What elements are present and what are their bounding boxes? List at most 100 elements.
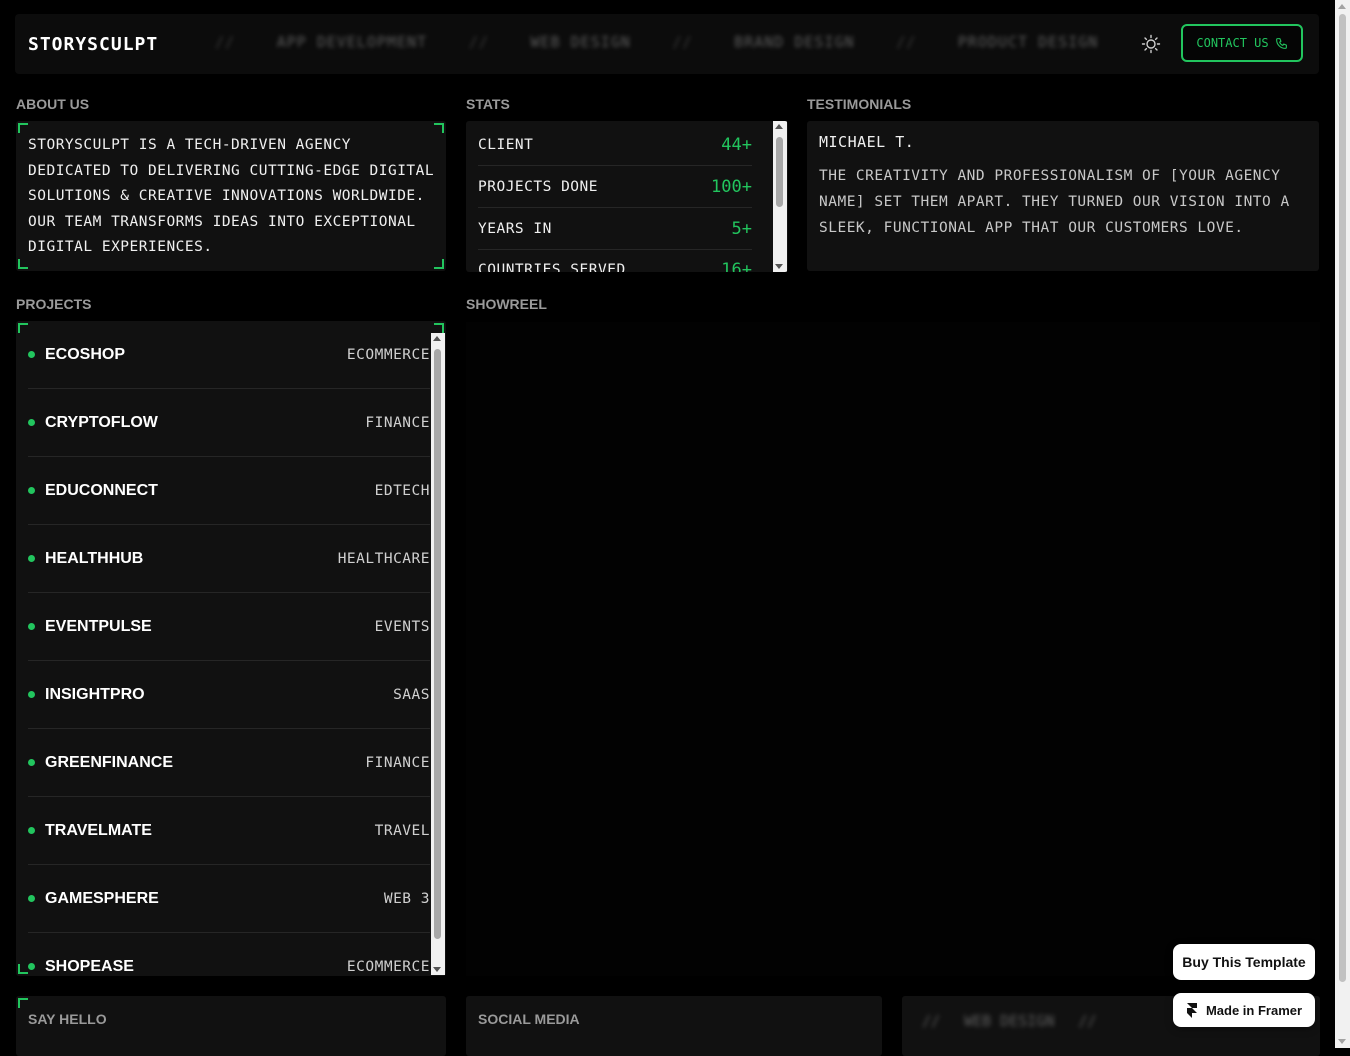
scroll-up-arrow[interactable] xyxy=(775,124,783,129)
about-text: STORYSCULPT IS A TECH-DRIVEN AGENCY DEDI… xyxy=(28,137,435,255)
project-name: GREENFINANCE xyxy=(45,753,174,771)
stats-label: STATS xyxy=(466,96,510,112)
say-hello-card[interactable]: SAY HELLO xyxy=(16,996,446,1056)
project-item[interactable]: TRAVELMATE TRAVEL xyxy=(28,797,430,865)
marquee-item: APP DEVELOPMENT xyxy=(276,33,428,51)
made-in-framer-badge[interactable]: Made in Framer xyxy=(1173,993,1315,1027)
logo[interactable]: STORYSCULPT xyxy=(28,34,158,55)
status-dot xyxy=(28,827,35,834)
testimonial-quote: THE CREATIVITY AND PROFESSIONALISM OF [Y… xyxy=(819,168,1290,236)
stat-label: CLIENT xyxy=(478,136,534,153)
corner-accent xyxy=(434,123,444,133)
project-name: CRYPTOFLOW xyxy=(45,413,158,431)
stat-value: 44+ xyxy=(721,134,752,155)
projects-scrollbar[interactable] xyxy=(431,333,445,975)
status-dot xyxy=(28,691,35,698)
testimonial-author: MICHAEL T. xyxy=(819,133,915,151)
header: STORYSCULPT // APP DEVELOPMENT // WEB DE… xyxy=(15,14,1319,74)
corner-accent xyxy=(434,323,444,333)
project-item[interactable]: EDUCONNECT EDTECH xyxy=(28,457,430,525)
marquee-item: BRAND DESIGN xyxy=(734,33,855,51)
status-dot xyxy=(28,963,35,970)
say-hello-label: SAY HELLO xyxy=(28,1011,107,1027)
project-name: HEALTHHUB xyxy=(45,549,144,567)
status-dot xyxy=(28,895,35,902)
scroll-thumb[interactable] xyxy=(776,137,783,207)
made-in-framer-label: Made in Framer xyxy=(1205,1002,1303,1018)
project-name: EDUCONNECT xyxy=(45,481,158,499)
project-name: ECOSHOP xyxy=(45,345,126,363)
project-item[interactable]: SHOPEASE ECOMMERCE xyxy=(28,933,430,976)
project-category: SAAS xyxy=(393,686,430,703)
stats-card: CLIENT 44+ PROJECTS DONE 100+ YEARS IN 5… xyxy=(466,121,788,272)
page-scrollbar[interactable] xyxy=(1335,0,1350,1048)
corner-accent xyxy=(18,323,28,333)
scroll-thumb[interactable] xyxy=(434,349,441,939)
social-media-card[interactable]: SOCIAL MEDIA xyxy=(466,996,882,1056)
buy-template-button[interactable]: Buy This Template xyxy=(1173,944,1315,980)
about-card: STORYSCULPT IS A TECH-DRIVEN AGENCY DEDI… xyxy=(16,121,446,271)
project-item[interactable]: HEALTHHUB HEALTHCARE xyxy=(28,525,430,593)
scroll-down-arrow[interactable] xyxy=(1338,1039,1346,1044)
stats-scrollbar[interactable] xyxy=(773,121,787,272)
stat-row: CLIENT 44+ xyxy=(478,124,752,166)
status-dot xyxy=(28,351,35,358)
corner-accent xyxy=(18,964,28,974)
status-dot xyxy=(28,623,35,630)
showreel-video[interactable] xyxy=(466,322,1320,976)
corner-accent xyxy=(18,998,28,1008)
status-dot xyxy=(28,759,35,766)
contact-label: CONTACT US xyxy=(1196,36,1269,50)
project-name: SHOPEASE xyxy=(45,957,134,975)
project-category: EDTECH xyxy=(374,482,430,499)
marquee-item: WEB DESIGN xyxy=(530,33,631,51)
social-media-label: SOCIAL MEDIA xyxy=(478,1011,580,1027)
scroll-up-arrow[interactable] xyxy=(1338,4,1346,9)
scroll-thumb[interactable] xyxy=(1339,14,1346,982)
project-category: ECOMMERCE xyxy=(346,958,430,975)
buy-template-label: Buy This Template xyxy=(1182,954,1306,970)
project-item[interactable]: GAMESPHERE WEB 3 xyxy=(28,865,430,933)
project-item[interactable]: ECOSHOP ECOMMERCE xyxy=(28,321,430,389)
stat-value: 16+ xyxy=(721,259,752,273)
sun-icon[interactable] xyxy=(1141,34,1161,54)
stat-row: COUNTRIES SERVED 16+ xyxy=(478,249,752,273)
project-item[interactable]: GREENFINANCE FINANCE xyxy=(28,729,430,797)
project-category: TRAVEL xyxy=(374,822,430,839)
stat-value: 5+ xyxy=(731,218,752,239)
project-item[interactable]: INSIGHTPRO SAAS xyxy=(28,661,430,729)
project-category: HEALTHCARE xyxy=(337,550,430,567)
stat-row: YEARS IN 5+ xyxy=(478,208,752,250)
testimonial-card: MICHAEL T. THE CREATIVITY AND PROFESSION… xyxy=(807,121,1319,271)
phone-icon xyxy=(1275,37,1287,49)
project-name: GAMESPHERE xyxy=(45,889,159,907)
project-category: EVENTS xyxy=(374,618,430,635)
services-marquee: // APP DEVELOPMENT // WEB DESIGN // BRAN… xyxy=(215,33,1099,51)
stat-label: YEARS IN xyxy=(478,220,552,237)
projects-label: PROJECTS xyxy=(16,296,92,312)
testimonials-label: TESTIMONIALS xyxy=(807,96,912,112)
scroll-up-arrow[interactable] xyxy=(433,336,441,341)
project-item[interactable]: EVENTPULSE EVENTS xyxy=(28,593,430,661)
footer-marquee: //WEB DESIGN// xyxy=(922,1012,1097,1030)
framer-icon xyxy=(1186,1002,1197,1018)
corner-accent xyxy=(18,259,28,269)
project-name: INSIGHTPRO xyxy=(45,685,145,703)
project-category: FINANCE xyxy=(365,414,430,431)
status-dot xyxy=(28,487,35,494)
marquee-item: WEB DESIGN xyxy=(964,1012,1055,1030)
scroll-down-arrow[interactable] xyxy=(433,967,441,972)
stat-value: 100+ xyxy=(711,176,752,197)
corner-accent xyxy=(434,259,444,269)
project-category: ECOMMERCE xyxy=(346,346,430,363)
project-name: EVENTPULSE xyxy=(45,617,152,635)
projects-card: ECOSHOP ECOMMERCE CRYPTOFLOW FINANCE EDU… xyxy=(16,321,446,976)
showreel-label: SHOWREEL xyxy=(466,296,547,312)
stat-label: COUNTRIES SERVED xyxy=(478,261,626,273)
corner-accent xyxy=(18,123,28,133)
scroll-down-arrow[interactable] xyxy=(775,264,783,269)
project-item[interactable]: CRYPTOFLOW FINANCE xyxy=(28,389,430,457)
project-category: FINANCE xyxy=(365,754,430,771)
contact-button[interactable]: CONTACT US xyxy=(1181,24,1303,62)
stat-row: PROJECTS DONE 100+ xyxy=(478,166,752,208)
